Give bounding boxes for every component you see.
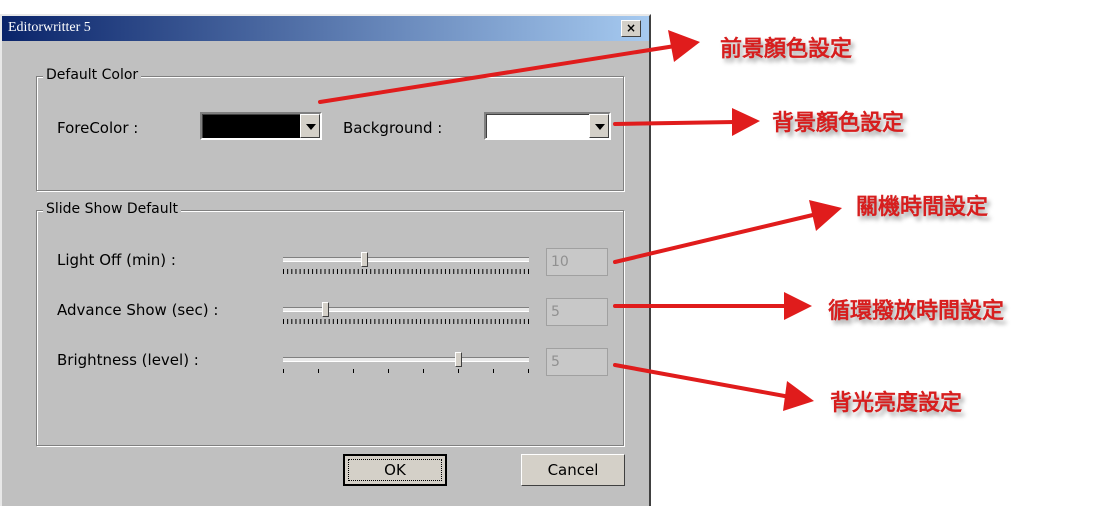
arrow-background <box>613 120 737 126</box>
arrow-head <box>784 292 812 320</box>
annotation-background: 背景顏色設定 <box>772 110 905 136</box>
arrow-head <box>732 108 760 136</box>
annotation-forecolor: 前景顏色設定 <box>720 36 853 62</box>
annotation-light-off: 關機時間設定 <box>856 194 989 220</box>
arrow-brightness <box>613 363 792 399</box>
annotation-brightness: 背光亮度設定 <box>830 390 963 416</box>
arrow-head <box>668 30 700 62</box>
arrow-head <box>783 381 814 411</box>
annotation-advance-show: 循環撥放時間設定 <box>828 298 1005 324</box>
arrow-light-off <box>613 212 819 264</box>
arrow-head <box>809 200 842 231</box>
arrow-forecolor <box>318 44 677 104</box>
annotation-arrows <box>318 30 842 411</box>
